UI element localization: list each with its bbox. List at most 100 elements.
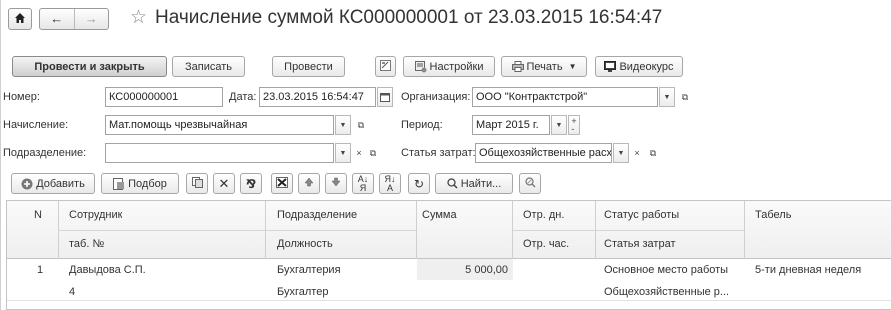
row-tab-no[interactable]: 4 [69,285,75,299]
header-position[interactable]: Должность [277,237,333,251]
add-row-button[interactable]: Добавить [11,173,95,194]
fill-button[interactable]: ⅋ [240,173,262,194]
number-field[interactable]: КС000000001 [105,87,223,107]
find-button[interactable]: Найти... [435,173,513,194]
row-cost-item[interactable]: Общехозяйственные р... [604,285,729,299]
settings-label: Настройки [429,60,484,73]
organization-label: Организация: [401,91,471,103]
arrow-down-icon [331,177,341,190]
clear-icon: × [634,148,640,158]
cost-item-dropdown-button[interactable]: ▼ [613,143,629,163]
row-position[interactable]: Бухгалтер [277,285,328,299]
cost-item-field[interactable]: Общехозяйственные расходы [475,143,612,163]
organization-open-button[interactable]: ⧉ [677,87,693,107]
header-work-status[interactable]: Статус работы [604,208,679,222]
favorite-star-icon[interactable]: ☆ [130,7,147,29]
home-icon [14,12,26,27]
header-row-divider [58,230,416,231]
home-button[interactable] [8,8,32,30]
cost-item-open-button[interactable]: ⧉ [645,143,661,163]
chevron-down-icon: ▼ [555,121,563,129]
chevron-down-icon: ▼ [339,149,347,157]
organization-field[interactable]: ООО "Контрактстрой" [472,87,658,107]
date-field[interactable]: 23.03.2015 16:54:47 [259,87,376,107]
department-label: Подразделение: [3,147,87,159]
pick-button[interactable]: Подбор [101,173,179,194]
chevron-down-icon: ▼ [568,62,577,71]
column-divider [744,201,745,259]
header-cost-item[interactable]: Статья затрат [604,237,676,251]
open-icon: ⧉ [369,147,377,158]
table-header: N Сотрудник таб. № Подразделение Должнос… [7,201,891,259]
video-label: Видеокурс [619,60,674,73]
header-sum[interactable]: Сумма [422,208,457,222]
date-label: Дата: [229,91,257,103]
post-label: Провести [284,60,333,73]
video-course-button[interactable]: Видеокурс [595,56,683,77]
period-dropdown-button[interactable]: ▼ [551,115,567,135]
row-employee[interactable]: Давыдова С.П. [69,263,146,277]
header-employee[interactable]: Сотрудник [69,208,122,222]
print-button[interactable]: Печать ▼ [501,56,587,77]
save-button[interactable]: Записать [172,56,245,77]
pick-icon [113,177,125,190]
post-and-close-button[interactable]: Провести и закрыть [12,56,167,77]
page-title: Начисление суммой КС000000001 от 23.03.2… [155,7,663,28]
accrual-dropdown-button[interactable]: ▼ [335,115,351,135]
print-label: Печать [526,60,563,73]
header-n: N [34,209,42,221]
cancel-search-icon [524,176,536,191]
copy-row-button[interactable] [186,173,208,194]
period-spinner[interactable]: + - [568,115,580,135]
row-timesheet[interactable]: 5-ти дневная неделя [755,263,861,277]
forward-arrow-icon[interactable]: → [73,9,109,29]
cancel-search-button[interactable] [519,173,541,194]
delete-icon: ✕ [218,175,230,191]
accrual-open-button[interactable]: ⧉ [353,115,369,135]
title-bar: ← → ☆ Начисление суммой КС000000001 от 2… [1,0,891,38]
header-tab-no[interactable]: таб. № [69,237,104,251]
clear-table-button[interactable] [271,173,293,194]
row-divider [7,300,891,301]
settings-button[interactable]: Настройки [403,56,495,77]
row-number: 1 [37,264,44,276]
accrual-label: Начисление: [3,119,69,131]
journal-button[interactable] [375,56,396,77]
row-department[interactable]: Бухгалтерия [277,263,341,277]
period-label: Период: [401,119,443,131]
row-sum[interactable]: 5 000,00 [417,263,508,277]
accrual-field[interactable]: Мат.помощь чрезвычайная [105,115,334,135]
sort-descending-button[interactable]: Я↓ A [379,173,401,194]
organization-dropdown-button[interactable]: ▼ [659,87,675,107]
add-icon [21,178,33,190]
column-divider [416,201,417,259]
calendar-icon[interactable] [377,87,393,107]
back-arrow-icon[interactable]: ← [40,9,74,29]
open-icon: ⧉ [357,119,365,130]
find-label: Найти... [460,177,502,190]
copy-icon [191,176,203,191]
sort-ascending-icon: A↓ Я [357,173,369,193]
open-icon: ⧉ [681,91,689,102]
refresh-button[interactable]: ↻ [408,173,430,194]
move-up-button[interactable] [298,173,320,194]
header-department[interactable]: Подразделение [277,208,357,222]
refresh-icon: ↻ [413,176,425,191]
move-down-button[interactable] [325,173,347,194]
department-field[interactable] [105,143,334,163]
settings-icon [414,60,427,73]
department-dropdown-button[interactable]: ▼ [335,143,351,163]
search-icon [447,178,458,189]
header-days[interactable]: Отр. дн. [523,208,564,222]
period-field[interactable]: Март 2015 г. [472,115,550,135]
chevron-down-icon: ▼ [617,149,625,157]
header-hours[interactable]: Отр. час. [523,237,569,251]
header-timesheet[interactable]: Табель [755,208,791,222]
sort-ascending-button[interactable]: A↓ Я [352,173,374,194]
department-open-button[interactable]: ⧉ [365,143,381,163]
row-work-status[interactable]: Основное место работы [604,263,728,277]
cost-item-clear-button[interactable]: × [629,143,645,163]
post-button[interactable]: Провести [272,56,345,77]
delete-row-button[interactable]: ✕ [213,173,235,194]
journal-icon [380,59,391,74]
